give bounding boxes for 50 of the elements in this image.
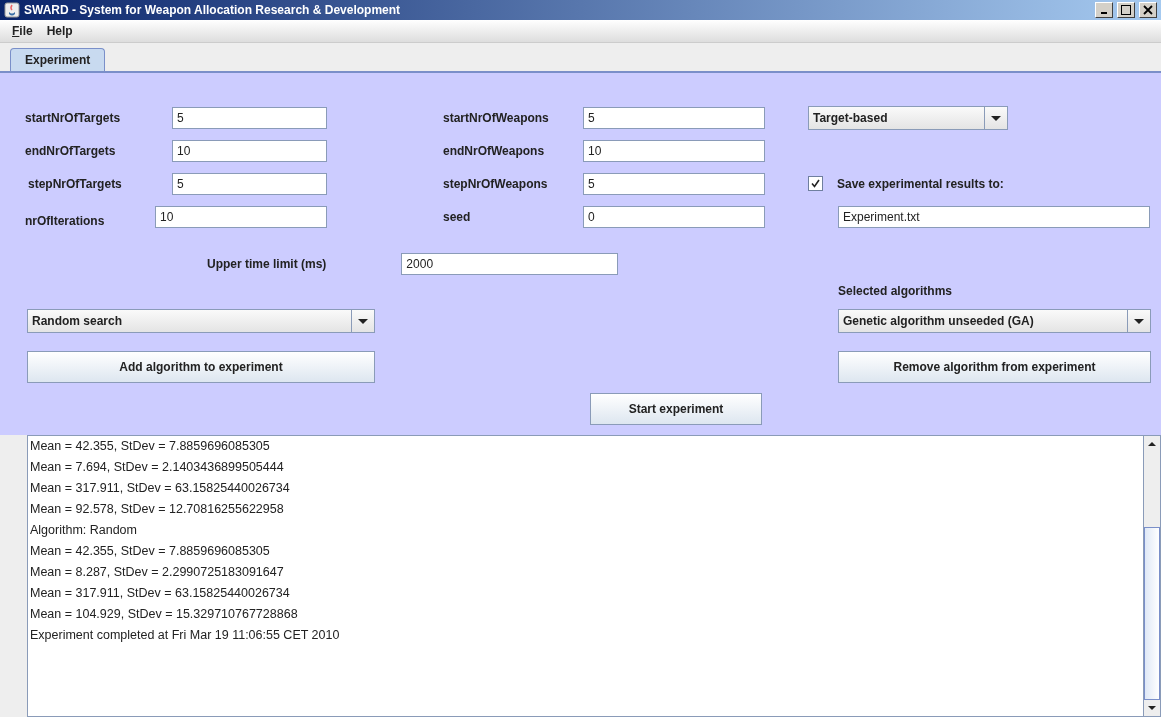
menu-item[interactable]: Help	[46, 24, 73, 38]
input-field[interactable]: 5	[172, 106, 327, 129]
dropdown[interactable]: Target-based	[808, 105, 1008, 130]
input-field[interactable]: 10	[155, 205, 327, 228]
field-label: stepNrOfTargets	[27, 176, 122, 191]
tab[interactable]: Experiment	[10, 48, 106, 71]
log-line: Mean = 104.929, StDev = 15.329710767728868	[30, 606, 299, 623]
field-label: startNrOfTargets	[25, 110, 121, 125]
app-icon	[4, 2, 20, 18]
input-field[interactable]: 10	[172, 139, 327, 162]
field-label: Upper time limit (ms)	[207, 257, 327, 271]
add-algorithm-button[interactable]: Add algorithm to experiment	[27, 351, 375, 383]
log-line: Mean = 7.694, StDev = 2.1403436899505444	[30, 459, 285, 476]
log-line: Mean = 42.355, StDev = 7.8859696085305	[30, 543, 271, 560]
minimize-button[interactable]	[1095, 2, 1113, 18]
input-field[interactable]: 5	[172, 172, 327, 195]
field-label: stepNrOfWeapons	[443, 176, 548, 191]
log-line: Experiment completed at Fri Mar 19 11:06:55 CET 2010	[30, 627, 341, 644]
field-label: endNrOfWeapons	[443, 143, 545, 158]
list-label: Selected algorithms	[838, 284, 953, 298]
log-line: Mean = 42.355, StDev = 7.8859696085305	[30, 438, 271, 455]
input-field[interactable]: Experiment.txt	[838, 205, 1150, 228]
field-label: startNrOfWeapons	[443, 110, 549, 125]
field-label: nrOfIterations	[25, 213, 105, 228]
close-button[interactable]	[1139, 2, 1157, 18]
input-field[interactable]: 10	[583, 139, 765, 162]
log-line: Algorithm: Random	[30, 522, 138, 539]
log-line: Mean = 92.578, StDev = 12.70816255622958	[30, 501, 285, 518]
scrollbar[interactable]	[1143, 436, 1160, 716]
log-line: Mean = 317.911, StDev = 63.15825440026734	[30, 585, 291, 602]
maximize-icon	[1121, 5, 1131, 15]
dropdown[interactable]: Genetic algorithm unseeded (GA)	[838, 309, 1151, 333]
window-title: SWARD - System for Weapon Allocation Research & Development	[24, 3, 402, 17]
field-label: endNrOfTargets	[25, 143, 116, 158]
input-field[interactable]: 5	[583, 106, 765, 129]
checkbox[interactable]	[808, 176, 823, 191]
log-line: Mean = 317.911, StDev = 63.15825440026734	[30, 480, 291, 497]
input-field[interactable]: 0	[583, 205, 765, 228]
menu-item[interactable]: File	[12, 24, 33, 38]
scroll-thumb[interactable]	[1144, 527, 1160, 700]
input-field[interactable]: 5	[583, 172, 765, 195]
maximize-button[interactable]	[1117, 2, 1135, 18]
start-experiment-button[interactable]: Start experiment	[590, 393, 762, 425]
checkbox-label: Save experimental results to:	[837, 176, 1004, 191]
log-line: Mean = 8.287, StDev = 2.2990725183091647	[30, 564, 285, 581]
input-field[interactable]: 2000	[401, 253, 619, 275]
remove-algorithm-button[interactable]: Remove algorithm from experiment	[838, 351, 1151, 383]
field-label: seed	[443, 209, 471, 224]
close-icon	[1143, 5, 1153, 15]
dropdown[interactable]: Random search	[27, 309, 375, 333]
